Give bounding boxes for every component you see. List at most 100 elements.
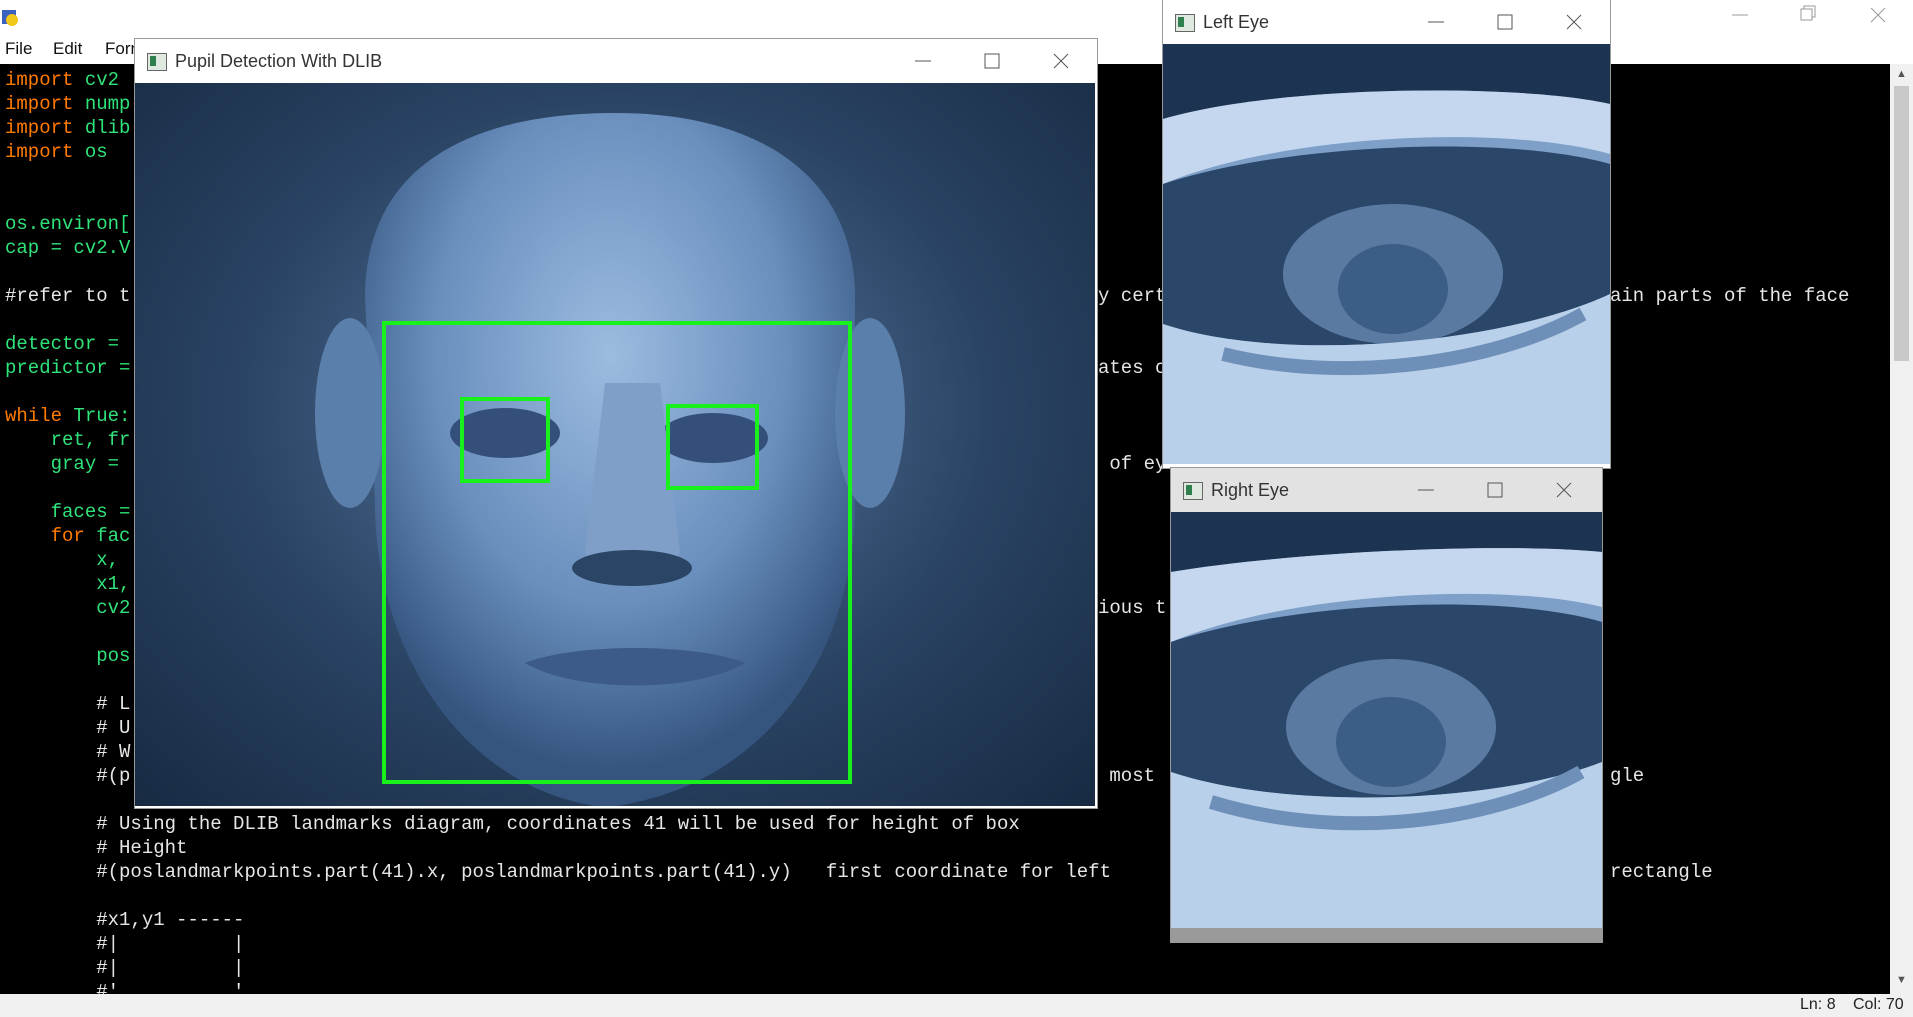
left-eye-titlebar[interactable]: Left Eye	[1163, 0, 1610, 44]
code-text: x,	[5, 549, 120, 571]
maximize-button[interactable]	[1475, 0, 1535, 44]
code-fragment: rectangle	[1610, 861, 1713, 883]
code-line: ret, fr	[5, 428, 131, 452]
minimize-icon	[1418, 489, 1434, 491]
minimize-button[interactable]	[1406, 0, 1466, 44]
code-line: import dlib	[5, 116, 130, 140]
code-text: # Using the DLIB landmarks diagram, coor…	[5, 813, 1020, 835]
pupil-detection-window: Pupil Detection With DLIB	[135, 39, 1097, 808]
code-fragment: ates c	[1098, 357, 1167, 379]
code-text: os.environ[	[5, 213, 131, 235]
code-text: dlib	[73, 117, 131, 139]
code-line: gray =	[5, 452, 119, 476]
right-eye-image	[1171, 512, 1602, 928]
left-eye-detection-box	[460, 397, 550, 483]
code-line: #| |	[5, 932, 244, 956]
code-fragment: of ey	[1098, 453, 1167, 475]
code-line: #(poslandmarkpoints.part(41).x, poslandm…	[5, 860, 1111, 884]
window-app-icon	[1175, 14, 1195, 32]
right-eye-detection-box	[666, 404, 759, 490]
code-line: for fac	[5, 524, 131, 548]
code-text: detector =	[5, 333, 120, 355]
pupil-detection-titlebar[interactable]: Pupil Detection With DLIB	[135, 39, 1097, 83]
scrollbar-thumb[interactable]	[1894, 86, 1909, 361]
code-line: #' '	[5, 980, 244, 994]
code-fragment: ious t	[1098, 597, 1167, 619]
editor-restore-button[interactable]	[1778, 0, 1838, 32]
code-text: faces =	[5, 501, 131, 523]
code-line: #refer to t	[5, 284, 130, 308]
maximize-icon	[984, 53, 1000, 69]
code-fragment: most	[1098, 765, 1156, 787]
code-text: #refer to t	[5, 285, 131, 307]
code-line: while True:	[5, 404, 130, 428]
editor-app-icon	[0, 6, 22, 28]
code-text: #| |	[5, 957, 245, 979]
minimize-icon	[1428, 21, 1444, 23]
code-line: #(p	[5, 764, 130, 788]
code-text: pos	[5, 645, 131, 667]
code-text: cv2	[5, 597, 131, 619]
right-eye-window: Right Eye	[1171, 468, 1602, 942]
code-text: # U	[5, 717, 131, 739]
code-text: x1,	[5, 573, 131, 595]
code-keyword: import	[5, 117, 74, 139]
vertical-scrollbar[interactable]: ▲ ▼	[1890, 64, 1913, 994]
code-keyword: import	[5, 69, 74, 91]
code-line: os.environ[	[5, 212, 130, 236]
menu-edit[interactable]: Edit	[53, 34, 82, 64]
minimize-button[interactable]	[893, 39, 953, 83]
code-line: faces =	[5, 500, 131, 524]
code-fragment: gle	[1610, 765, 1645, 787]
code-text: fac	[84, 525, 131, 547]
close-icon	[1556, 482, 1572, 498]
close-button[interactable]	[1031, 39, 1091, 83]
close-button[interactable]	[1534, 468, 1594, 512]
window-bottom-bar	[1171, 928, 1602, 942]
menu-format[interactable]: Forr	[105, 34, 136, 64]
code-keyword: import	[5, 93, 74, 115]
code-text: True:	[62, 405, 131, 427]
maximize-button[interactable]	[1465, 468, 1525, 512]
left-eye-image	[1163, 44, 1610, 464]
window-app-icon	[1183, 482, 1203, 500]
window-title: Left Eye	[1203, 12, 1270, 32]
right-eye-view	[1171, 512, 1602, 928]
maximize-button[interactable]	[962, 39, 1022, 83]
code-keyword: import	[5, 141, 74, 163]
minimize-icon	[1732, 14, 1748, 16]
code-text: #(poslandmarkpoints.part(41).x, poslandm…	[5, 861, 1111, 883]
code-text: gray =	[5, 453, 120, 475]
code-text: # Height	[5, 837, 188, 859]
editor-minimize-button[interactable]	[1710, 0, 1770, 32]
close-icon	[1053, 53, 1069, 69]
status-line: Ln: 8	[1800, 996, 1836, 1013]
editor-close-button[interactable]	[1848, 0, 1908, 32]
code-line: # U	[5, 716, 130, 740]
code-keyword: while	[5, 405, 63, 427]
code-text: predictor =	[5, 357, 131, 379]
code-text: #| |	[5, 933, 245, 955]
code-line: import os	[5, 140, 108, 164]
left-eye-view	[1163, 44, 1610, 464]
close-button[interactable]	[1544, 0, 1604, 44]
window-title: Pupil Detection With DLIB	[175, 51, 383, 71]
window-title: Right Eye	[1211, 480, 1290, 500]
window-app-icon	[147, 53, 167, 71]
scroll-up-icon[interactable]: ▲	[1894, 68, 1909, 82]
right-eye-titlebar[interactable]: Right Eye	[1171, 468, 1602, 512]
restore-icon	[1800, 5, 1816, 21]
code-line: # L	[5, 692, 130, 716]
code-line: # W	[5, 740, 130, 764]
minimize-button[interactable]	[1396, 468, 1456, 512]
scroll-down-icon[interactable]: ▼	[1894, 974, 1909, 988]
code-text: os	[73, 141, 108, 163]
code-text: nump	[73, 93, 131, 115]
code-line: import cv2	[5, 68, 119, 92]
code-text: #(p	[5, 765, 131, 787]
code-text: #' '	[5, 981, 245, 994]
maximize-icon	[1497, 14, 1513, 30]
code-text: # L	[5, 693, 131, 715]
menu-file[interactable]: File	[5, 34, 32, 64]
code-fragment: ain parts of the face	[1610, 285, 1850, 307]
